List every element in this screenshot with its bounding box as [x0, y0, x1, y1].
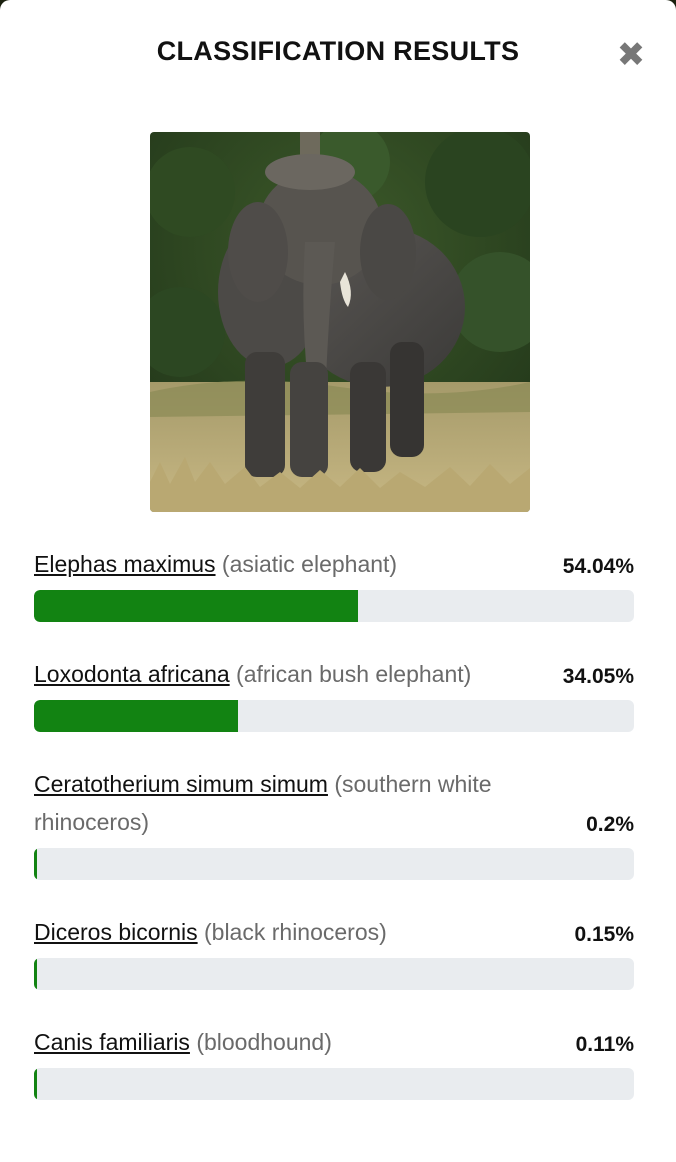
- result-percent: 34.05%: [562, 665, 634, 688]
- result-percent: 54.04%: [562, 555, 634, 578]
- result-progress-fill: [34, 958, 37, 990]
- result-progress-bar: [34, 848, 634, 880]
- result-progress-bar: [34, 1068, 634, 1100]
- result-scientific-name-link[interactable]: Loxodonta africana: [34, 661, 230, 687]
- elephant-photo: [150, 132, 530, 512]
- result-progress-bar: [34, 958, 634, 990]
- result-common-name: (african bush elephant): [236, 661, 472, 687]
- result-progress-fill: [34, 700, 238, 732]
- result-item: 0.15% Diceros bicornis (black rhinoceros…: [34, 913, 634, 990]
- modal-title: CLASSIFICATION RESULTS: [156, 36, 520, 66]
- result-label: Loxodonta africana (african bush elephan…: [34, 655, 634, 693]
- result-label: Ceratotherium simum simum (southern whit…: [34, 765, 564, 841]
- result-label: Elephas maximus (asiatic elephant): [34, 545, 634, 583]
- result-item: 54.04% Elephas maximus (asiatic elephant…: [34, 545, 634, 622]
- result-percent: 0.2%: [586, 813, 634, 836]
- result-scientific-name-link[interactable]: Ceratotherium simum simum: [34, 771, 328, 797]
- result-progress-bar: [34, 590, 634, 622]
- result-scientific-name-link[interactable]: Canis familiaris: [34, 1029, 190, 1055]
- result-label: Canis familiaris (bloodhound): [34, 1023, 634, 1061]
- result-common-name: (black rhinoceros): [204, 919, 387, 945]
- result-progress-bar: [34, 700, 634, 732]
- result-percent: 0.11%: [575, 1033, 634, 1056]
- result-scientific-name-link[interactable]: Elephas maximus: [34, 551, 216, 577]
- result-item: 34.05% Loxodonta africana (african bush …: [34, 655, 634, 732]
- result-label: Diceros bicornis (black rhinoceros): [34, 913, 634, 951]
- result-progress-fill: [34, 590, 358, 622]
- result-percent: 0.15%: [574, 923, 634, 946]
- close-icon[interactable]: ✖: [612, 38, 650, 72]
- result-item: 0.11% Canis familiaris (bloodhound): [34, 1023, 634, 1100]
- result-scientific-name-link[interactable]: Diceros bicornis: [34, 919, 198, 945]
- classification-modal: CLASSIFICATION RESULTS ✖ 54.04% Elephas …: [0, 0, 676, 1162]
- result-progress-fill: [34, 1068, 37, 1100]
- result-progress-fill: [34, 848, 37, 880]
- result-item: 0.2% Ceratotherium simum simum (southern…: [34, 765, 634, 880]
- result-common-name: (asiatic elephant): [221, 551, 398, 577]
- result-common-name: (bloodhound): [196, 1029, 332, 1055]
